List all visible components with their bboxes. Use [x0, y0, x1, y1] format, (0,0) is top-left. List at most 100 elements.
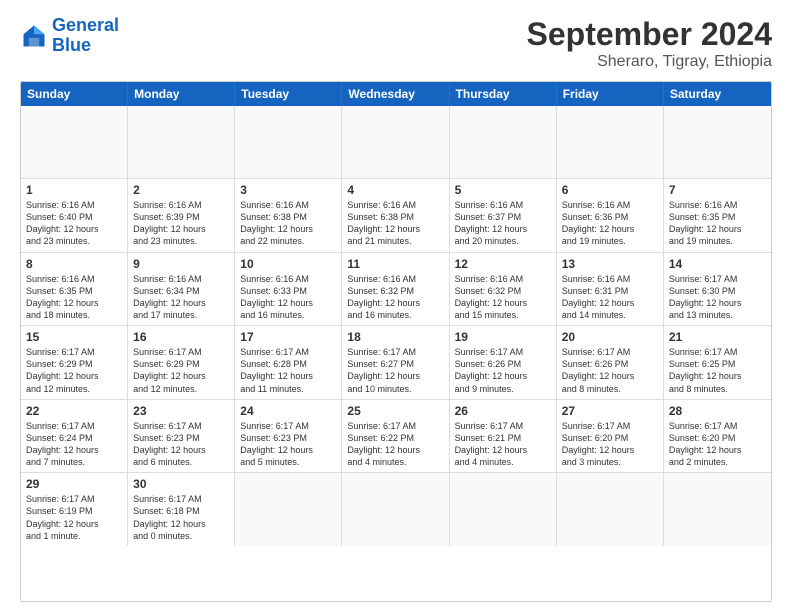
cal-cell: 9 Sunrise: 6:16 AM Sunset: 6:34 PM Daylig…	[128, 253, 235, 326]
cal-cell: 28Sunrise: 6:17 AM Sunset: 6:20 PM Dayli…	[664, 400, 771, 473]
header: General Blue September 2024 Sheraro, Tig…	[20, 16, 772, 71]
cal-day-number: 7	[669, 183, 766, 197]
cal-cell-text: Sunrise: 6:17 AM Sunset: 6:25 PM Dayligh…	[669, 346, 766, 395]
cal-cell-text: Sunrise: 6:17 AM Sunset: 6:29 PM Dayligh…	[133, 346, 229, 395]
cal-day-number: 19	[455, 330, 551, 344]
cal-day-number: 11	[347, 257, 443, 271]
cal-week-1	[21, 106, 771, 179]
cal-cell-text: Sunrise: 6:16 AM Sunset: 6:31 PM Dayligh…	[562, 273, 658, 322]
cal-cell-text: Sunrise: 6:16 AM Sunset: 6:39 PM Dayligh…	[133, 199, 229, 248]
cal-header-saturday: Saturday	[664, 82, 771, 106]
cal-cell-text: Sunrise: 6:17 AM Sunset: 6:26 PM Dayligh…	[562, 346, 658, 395]
cal-cell: 3 Sunrise: 6:16 AM Sunset: 6:38 PM Daylig…	[235, 179, 342, 252]
cal-day-number: 6	[562, 183, 658, 197]
cal-day-number: 15	[26, 330, 122, 344]
cal-cell-text: Sunrise: 6:16 AM Sunset: 6:37 PM Dayligh…	[455, 199, 551, 248]
cal-cell: 11 Sunrise: 6:16 AM Sunset: 6:32 PM Dayli…	[342, 253, 449, 326]
main-title: September 2024	[527, 16, 772, 53]
cal-cell: 10Sunrise: 6:16 AM Sunset: 6:33 PM Dayli…	[235, 253, 342, 326]
cal-cell-text: Sunrise: 6:16 AM Sunset: 6:35 PM Dayligh…	[669, 199, 766, 248]
logo-line1: General	[52, 15, 119, 35]
cal-cell-text: Sunrise: 6:17 AM Sunset: 6:23 PM Dayligh…	[240, 420, 336, 469]
cal-cell: 12 Sunrise: 6:16 AM Sunset: 6:32 PM Dayli…	[450, 253, 557, 326]
cal-day-number: 22	[26, 404, 122, 418]
cal-cell-text: Sunrise: 6:17 AM Sunset: 6:26 PM Dayligh…	[455, 346, 551, 395]
cal-day-number: 29	[26, 477, 122, 491]
cal-cell-text: Sunrise: 6:17 AM Sunset: 6:20 PM Dayligh…	[562, 420, 658, 469]
cal-cell: 22 Sunrise: 6:17 AM Sunset: 6:24 PM Dayli…	[21, 400, 128, 473]
calendar: SundayMondayTuesdayWednesdayThursdayFrid…	[20, 81, 772, 602]
cal-cell: 1 Sunrise: 6:16 AM Sunset: 6:40 PM Daylig…	[21, 179, 128, 252]
cal-week-5: 22 Sunrise: 6:17 AM Sunset: 6:24 PM Dayli…	[21, 400, 771, 474]
cal-cell	[21, 106, 128, 178]
cal-cell: 17 Sunrise: 6:17 AM Sunset: 6:28 PM Dayli…	[235, 326, 342, 399]
cal-cell: 23 Sunrise: 6:17 AM Sunset: 6:23 PM Dayli…	[128, 400, 235, 473]
cal-cell-text: Sunrise: 6:16 AM Sunset: 6:32 PM Dayligh…	[455, 273, 551, 322]
logo-text: General Blue	[52, 16, 119, 56]
cal-cell: 2 Sunrise: 6:16 AM Sunset: 6:39 PM Daylig…	[128, 179, 235, 252]
cal-day-number: 23	[133, 404, 229, 418]
cal-day-number: 21	[669, 330, 766, 344]
logo-line2: Blue	[52, 35, 91, 55]
cal-cell-text: Sunrise: 6:16 AM Sunset: 6:34 PM Dayligh…	[133, 273, 229, 322]
cal-cell	[557, 106, 664, 178]
cal-day-number: 9	[133, 257, 229, 271]
cal-cell: 25 Sunrise: 6:17 AM Sunset: 6:22 PM Dayli…	[342, 400, 449, 473]
cal-week-4: 15 Sunrise: 6:17 AM Sunset: 6:29 PM Dayli…	[21, 326, 771, 400]
cal-cell	[235, 473, 342, 546]
cal-day-number: 26	[455, 404, 551, 418]
cal-day-number: 4	[347, 183, 443, 197]
cal-cell	[235, 106, 342, 178]
cal-cell-text: Sunrise: 6:17 AM Sunset: 6:27 PM Dayligh…	[347, 346, 443, 395]
cal-cell: 5 Sunrise: 6:16 AM Sunset: 6:37 PM Daylig…	[450, 179, 557, 252]
cal-cell: 20Sunrise: 6:17 AM Sunset: 6:26 PM Dayli…	[557, 326, 664, 399]
cal-cell: 24Sunrise: 6:17 AM Sunset: 6:23 PM Dayli…	[235, 400, 342, 473]
cal-cell: 7 Sunrise: 6:16 AM Sunset: 6:35 PM Daylig…	[664, 179, 771, 252]
cal-cell: 26 Sunrise: 6:17 AM Sunset: 6:21 PM Dayli…	[450, 400, 557, 473]
cal-cell	[664, 106, 771, 178]
cal-cell-text: Sunrise: 6:17 AM Sunset: 6:29 PM Dayligh…	[26, 346, 122, 395]
cal-day-number: 2	[133, 183, 229, 197]
cal-cell: 15 Sunrise: 6:17 AM Sunset: 6:29 PM Dayli…	[21, 326, 128, 399]
cal-header-thursday: Thursday	[450, 82, 557, 106]
cal-day-number: 17	[240, 330, 336, 344]
cal-day-number: 8	[26, 257, 122, 271]
cal-day-number: 12	[455, 257, 551, 271]
cal-cell: 18 Sunrise: 6:17 AM Sunset: 6:27 PM Dayli…	[342, 326, 449, 399]
cal-cell	[342, 473, 449, 546]
cal-header-friday: Friday	[557, 82, 664, 106]
cal-cell-text: Sunrise: 6:16 AM Sunset: 6:32 PM Dayligh…	[347, 273, 443, 322]
cal-day-number: 3	[240, 183, 336, 197]
cal-cell-text: Sunrise: 6:17 AM Sunset: 6:23 PM Dayligh…	[133, 420, 229, 469]
cal-cell-text: Sunrise: 6:16 AM Sunset: 6:36 PM Dayligh…	[562, 199, 658, 248]
cal-header-tuesday: Tuesday	[235, 82, 342, 106]
cal-cell-text: Sunrise: 6:16 AM Sunset: 6:40 PM Dayligh…	[26, 199, 122, 248]
cal-cell-text: Sunrise: 6:17 AM Sunset: 6:19 PM Dayligh…	[26, 493, 122, 542]
cal-day-number: 1	[26, 183, 122, 197]
cal-cell-text: Sunrise: 6:17 AM Sunset: 6:28 PM Dayligh…	[240, 346, 336, 395]
cal-cell: 13 Sunrise: 6:16 AM Sunset: 6:31 PM Dayli…	[557, 253, 664, 326]
page: General Blue September 2024 Sheraro, Tig…	[0, 0, 792, 612]
cal-cell-text: Sunrise: 6:17 AM Sunset: 6:22 PM Dayligh…	[347, 420, 443, 469]
cal-cell-text: Sunrise: 6:16 AM Sunset: 6:38 PM Dayligh…	[240, 199, 336, 248]
cal-cell-text: Sunrise: 6:17 AM Sunset: 6:21 PM Dayligh…	[455, 420, 551, 469]
cal-header-monday: Monday	[128, 82, 235, 106]
cal-cell: 8Sunrise: 6:16 AM Sunset: 6:35 PM Daylig…	[21, 253, 128, 326]
cal-day-number: 18	[347, 330, 443, 344]
subtitle: Sheraro, Tigray, Ethiopia	[527, 53, 772, 71]
cal-header-wednesday: Wednesday	[342, 82, 449, 106]
cal-day-number: 27	[562, 404, 658, 418]
cal-day-number: 16	[133, 330, 229, 344]
cal-cell-text: Sunrise: 6:17 AM Sunset: 6:24 PM Dayligh…	[26, 420, 122, 469]
title-block: September 2024 Sheraro, Tigray, Ethiopia	[527, 16, 772, 71]
cal-week-3: 8Sunrise: 6:16 AM Sunset: 6:35 PM Daylig…	[21, 253, 771, 327]
cal-cell: 30Sunrise: 6:17 AM Sunset: 6:18 PM Dayli…	[128, 473, 235, 546]
cal-cell: 19 Sunrise: 6:17 AM Sunset: 6:26 PM Dayli…	[450, 326, 557, 399]
cal-header-sunday: Sunday	[21, 82, 128, 106]
cal-cell: 16 Sunrise: 6:17 AM Sunset: 6:29 PM Dayli…	[128, 326, 235, 399]
cal-cell-text: Sunrise: 6:16 AM Sunset: 6:33 PM Dayligh…	[240, 273, 336, 322]
cal-day-number: 25	[347, 404, 443, 418]
cal-day-number: 13	[562, 257, 658, 271]
cal-cell: 6 Sunrise: 6:16 AM Sunset: 6:36 PM Daylig…	[557, 179, 664, 252]
cal-day-number: 5	[455, 183, 551, 197]
